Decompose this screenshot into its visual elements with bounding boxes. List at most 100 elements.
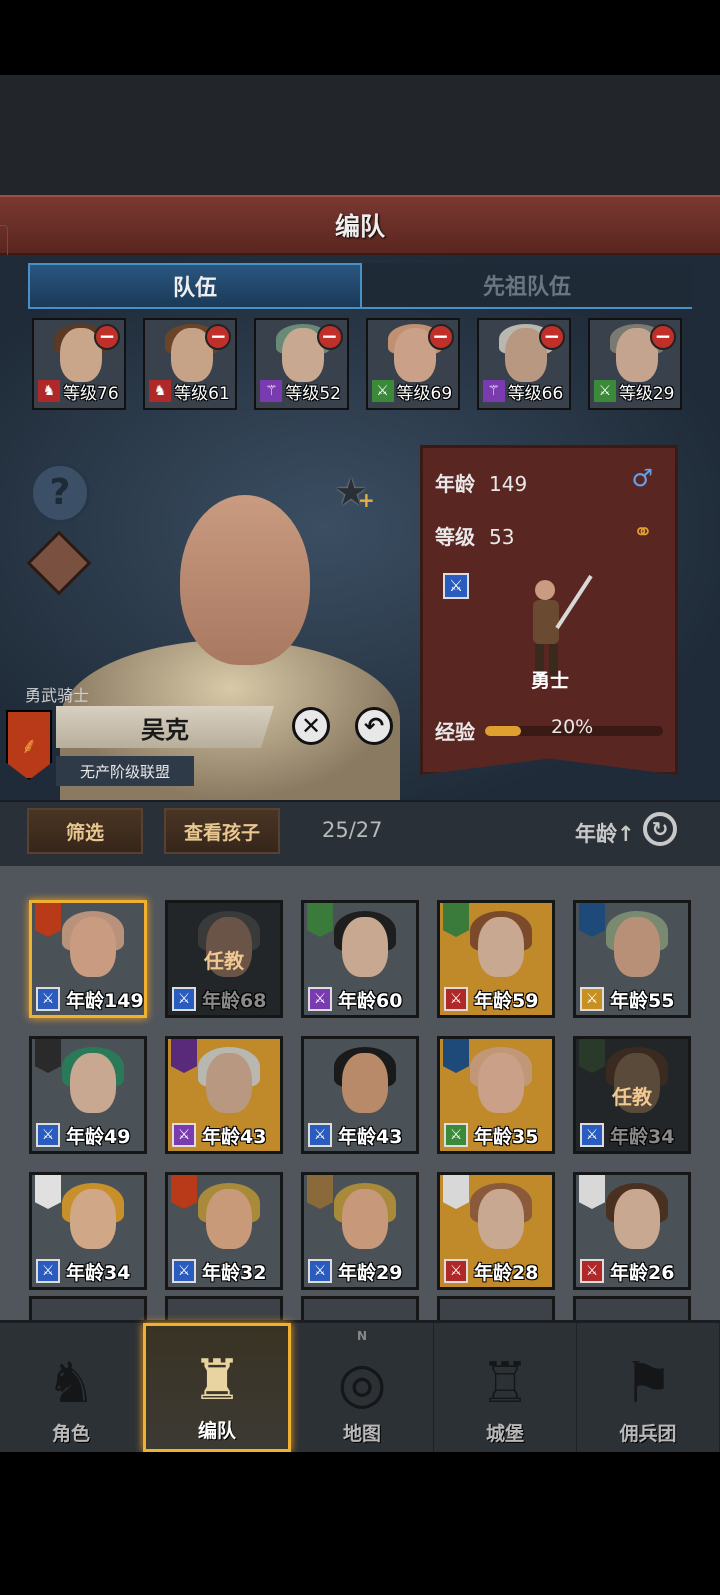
- portrait-face: [342, 1053, 388, 1113]
- nav-label: 佣兵团: [619, 1423, 677, 1445]
- class-icon: ⚔: [308, 1259, 332, 1283]
- remove-member-button[interactable]: −: [538, 324, 565, 350]
- character-age: 年龄28: [474, 1262, 539, 1284]
- nav-mercenary-banner[interactable]: ⚑ 佣兵团: [577, 1323, 720, 1452]
- member-level: 等级61: [174, 384, 230, 404]
- crossed-swords-icon: ⚔: [593, 380, 616, 402]
- team-slot[interactable]: − ⚔ 等级69: [365, 318, 460, 410]
- house-banner-icon: [35, 1039, 61, 1073]
- horse-icon: ♞: [149, 380, 172, 402]
- remove-member-button[interactable]: −: [94, 324, 121, 350]
- character-age: 年龄49: [66, 1126, 131, 1148]
- tab-team[interactable]: 队伍: [28, 263, 362, 309]
- member-level: 等级52: [285, 384, 341, 404]
- sort-button[interactable]: 年龄↑: [575, 818, 635, 848]
- hero-stats-panel: 年龄 149 ♂ 等级 53 ⚭ ⚔ 勇士 经验 20%: [420, 445, 678, 775]
- team-slots: − ♞ 等级76 − ♞ 等级61 − ⚚ 等级52 − ⚔ 等级69 − ⚚ …: [32, 318, 683, 410]
- refresh-sort-icon[interactable]: ↻: [643, 812, 677, 846]
- house-banner-icon: [443, 1175, 469, 1209]
- remove-member-button[interactable]: −: [650, 324, 677, 350]
- remove-member-button[interactable]: −: [427, 324, 454, 350]
- team-slot[interactable]: − ⚚ 等级66: [476, 318, 571, 410]
- character-card[interactable]: ⚔ 年龄43: [165, 1036, 283, 1154]
- character-age: 年龄29: [338, 1262, 403, 1284]
- house-banner-icon: [35, 903, 61, 937]
- team-slot[interactable]: − ⚚ 等级52: [254, 318, 349, 410]
- hook-button[interactable]: ↶: [355, 707, 393, 745]
- remove-member-button[interactable]: −: [316, 324, 343, 350]
- team-slot[interactable]: − ♞ 等级76: [32, 318, 127, 410]
- character-card[interactable]: ⚔ 年龄55: [573, 900, 691, 1018]
- character-card[interactable]: ⚔ 年龄35: [437, 1036, 555, 1154]
- class-icon: ⚔: [580, 1123, 604, 1147]
- nav-label: 角色: [51, 1423, 90, 1445]
- nav-castle[interactable]: ♖ 城堡: [434, 1323, 577, 1452]
- class-icon: ⚔: [308, 987, 332, 1011]
- class-icon: ⚔: [308, 1123, 332, 1147]
- house-banner-icon: [579, 1175, 605, 1209]
- portrait-face: [206, 1189, 252, 1249]
- class-icon: ⚔: [36, 1259, 60, 1283]
- character-card[interactable]: ⚔ 年龄49: [29, 1036, 147, 1154]
- character-age: 年龄26: [610, 1262, 675, 1284]
- portrait-face: [70, 917, 116, 977]
- compass-map-icon: ◎: [337, 1351, 387, 1416]
- view-children-button[interactable]: 查看孩子: [164, 808, 280, 854]
- character-card[interactable]: ⚔ 年龄43: [301, 1036, 419, 1154]
- remove-member-button[interactable]: −: [205, 324, 232, 350]
- character-card[interactable]: ⚔ 年龄68 任教: [165, 900, 283, 1018]
- character-age: 年龄32: [202, 1262, 267, 1284]
- male-icon: ♂: [631, 464, 653, 492]
- filter-button-label: 筛选: [65, 821, 104, 844]
- character-age: 年龄149: [66, 990, 144, 1012]
- character-card[interactable]: ⚔ 年龄34 任教: [573, 1036, 691, 1154]
- level-label: 等级: [435, 525, 475, 549]
- level-row: 等级 53: [435, 521, 514, 550]
- portrait-face: [70, 1189, 116, 1249]
- portrait-face: [614, 1189, 660, 1249]
- character-card[interactable]: ⚔ 年龄60: [301, 900, 419, 1018]
- horse-icon: ♞: [38, 380, 60, 402]
- view-children-label: 查看孩子: [183, 821, 260, 844]
- character-age: 年龄34: [66, 1262, 131, 1284]
- nav-knight[interactable]: ♞ 角色: [0, 1323, 143, 1452]
- member-level: 等级76: [63, 384, 119, 404]
- team-slot[interactable]: − ⚔ 等级29: [587, 318, 683, 410]
- portrait-face: [478, 1053, 524, 1113]
- tab-ancestor-team[interactable]: 先祖队伍: [362, 263, 692, 309]
- hero-name-bar[interactable]: 吴克: [56, 706, 274, 748]
- house-banner-icon: [171, 1175, 197, 1209]
- character-card[interactable]: ⚔ 年龄32: [165, 1172, 283, 1290]
- hero-title: 勇武骑士: [25, 686, 90, 705]
- nav-label: 编队: [197, 1420, 236, 1442]
- character-card[interactable]: ⚔ 年龄29: [301, 1172, 419, 1290]
- house-banner-icon: [171, 1039, 197, 1073]
- nav-compass-map[interactable]: N ◎ 地图: [291, 1323, 434, 1452]
- sword-class-icon: ⚔: [443, 573, 469, 599]
- class-icon: ⚔: [172, 1123, 196, 1147]
- nav-helmet[interactable]: ♜ 编队: [143, 1323, 291, 1452]
- bottom-navigation: ♞ 角色 ♜ 编队 N ◎ 地图 ♖ 城堡 ⚑ 佣兵团: [0, 1320, 720, 1452]
- character-card[interactable]: ⚔ 年龄28: [437, 1172, 555, 1290]
- character-card[interactable]: ⚔ 年龄149: [29, 900, 147, 1018]
- house-banner-icon: [35, 1175, 61, 1209]
- bottom-black-area: [0, 1452, 720, 1595]
- tab-team-label: 队伍: [172, 276, 217, 301]
- compass-north: N: [356, 1329, 368, 1343]
- team-slot[interactable]: − ♞ 等级61: [143, 318, 238, 410]
- character-age: 年龄34: [610, 1126, 675, 1148]
- house-banner-icon: [579, 1039, 605, 1073]
- duty-status: 任教: [204, 949, 244, 973]
- crossed-swords-icon: ⚔: [371, 380, 394, 402]
- portrait-face: [478, 1189, 524, 1249]
- dismiss-button[interactable]: ✕: [292, 707, 330, 745]
- exp-bar-fill: [485, 726, 521, 736]
- filter-button[interactable]: 筛选: [27, 808, 143, 854]
- age-label: 年龄: [435, 472, 475, 496]
- hero-portrait: [60, 490, 400, 800]
- character-card[interactable]: ⚔ 年龄26: [573, 1172, 691, 1290]
- castle-icon: ♖: [479, 1351, 531, 1416]
- character-card[interactable]: ⚔ 年龄59: [437, 900, 555, 1018]
- house-banner-icon: [579, 903, 605, 937]
- character-card[interactable]: ⚔ 年龄34: [29, 1172, 147, 1290]
